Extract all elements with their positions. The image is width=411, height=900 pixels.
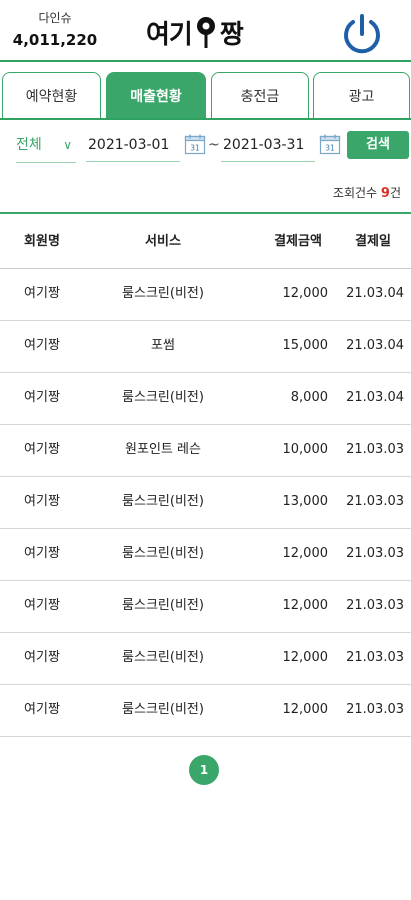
result-count: 조회건수 9건 — [333, 184, 401, 201]
column-header-member: 회원명 — [24, 234, 60, 249]
user-name: 다인슈 — [38, 11, 72, 25]
cell-service: 룸스크린(비전) — [122, 546, 204, 561]
category-select[interactable]: 전체 ∨ — [16, 130, 76, 163]
cell-member: 여기짱 — [24, 702, 60, 717]
tab-label: 매출현황 — [130, 89, 182, 105]
cell-amount: 8,000 — [290, 390, 328, 405]
cell-amount: 10,000 — [282, 442, 329, 457]
category-value: 전체 — [16, 137, 42, 153]
app-logo[interactable]: 여기 짱 — [146, 14, 244, 50]
column-header-service: 서비스 — [145, 234, 181, 249]
table-row[interactable]: 여기짱 룸스크린(비전) 12,000 21.03.03 — [0, 685, 411, 737]
cell-service: 룸스크린(비전) — [122, 650, 204, 665]
tab-label: 예약현황 — [25, 89, 78, 105]
table-row[interactable]: 여기짱 포썸 15,000 21.03.04 — [0, 321, 411, 373]
cell-date: 21.03.04 — [346, 338, 404, 353]
tab-label: 광고 — [348, 89, 375, 105]
logo-text-left: 여기 — [146, 19, 193, 50]
cell-amount: 12,000 — [282, 702, 329, 717]
tab-ads[interactable]: 광고 — [313, 72, 410, 118]
table-row[interactable]: 여기짱 룸스크린(비전) 12,000 21.03.03 — [0, 581, 411, 633]
tabs-divider — [0, 118, 411, 120]
logo-text-right: 짱 — [219, 19, 244, 50]
cell-member: 여기짱 — [24, 598, 60, 613]
tab-reservations[interactable]: 예약현황 — [2, 72, 101, 118]
table-row[interactable]: 여기짱 룸스크린(비전) 12,000 21.03.03 — [0, 633, 411, 685]
app-header: 다인슈 4,011,220 여기 짱 — [0, 0, 411, 60]
calendar-icon[interactable]: 31 — [319, 133, 341, 155]
table-row[interactable]: 여기짱 룸스크린(비전) 8,000 21.03.04 — [0, 373, 411, 425]
svg-text:31: 31 — [190, 144, 200, 153]
result-count-label: 조회건수 — [332, 186, 378, 200]
date-separator: ~ — [208, 137, 220, 153]
cell-date: 21.03.03 — [346, 546, 404, 561]
column-header-amount: 결제금액 — [274, 234, 322, 249]
cell-member: 여기짱 — [24, 286, 60, 301]
cell-member: 여기짱 — [24, 338, 60, 353]
cell-service: 룸스크린(비전) — [122, 702, 204, 717]
points-balance: 4,011,220 — [12, 31, 98, 49]
cell-member: 여기짱 — [24, 546, 60, 561]
header-divider — [0, 60, 411, 62]
cell-amount: 12,000 — [282, 286, 329, 301]
start-date-input[interactable]: 2021-03-01 — [86, 130, 180, 162]
cell-service: 룸스크린(비전) — [122, 494, 204, 509]
page-button-1[interactable]: 1 — [189, 755, 219, 785]
cell-service: 룸스크린(비전) — [122, 598, 204, 613]
table-row[interactable]: 여기짱 룸스크린(비전) 12,000 21.03.04 — [0, 269, 411, 321]
tab-charge[interactable]: 충전금 — [211, 72, 309, 118]
cell-service: 룸스크린(비전) — [122, 286, 204, 301]
table-row[interactable]: 여기짱 룸스크린(비전) 12,000 21.03.03 — [0, 529, 411, 581]
cell-date: 21.03.03 — [346, 650, 404, 665]
cell-amount: 12,000 — [282, 546, 329, 561]
calendar-icon[interactable]: 31 — [184, 133, 206, 155]
cell-date: 21.03.04 — [346, 286, 404, 301]
map-pin-icon — [196, 17, 215, 48]
cell-member: 여기짱 — [24, 390, 60, 405]
table-body: 여기짱 룸스크린(비전) 12,000 21.03.04 여기짱 포썸 15,000 21.0… — [0, 269, 411, 737]
chevron-down-icon: ∨ — [63, 138, 72, 152]
cell-amount: 12,000 — [282, 650, 329, 665]
svg-text:31: 31 — [325, 144, 335, 153]
cell-date: 21.03.03 — [346, 702, 404, 717]
cell-date: 21.03.03 — [346, 598, 404, 613]
cell-service: 원포인트 레슨 — [125, 442, 201, 457]
cell-member: 여기짱 — [24, 442, 60, 457]
end-date-value: 2021-03-31 — [223, 137, 305, 153]
column-header-date: 결제일 — [355, 234, 391, 249]
power-icon[interactable] — [338, 10, 386, 58]
cell-member: 여기짱 — [24, 494, 60, 509]
cell-amount: 15,000 — [282, 338, 329, 353]
result-count-unit: 건 — [389, 186, 401, 200]
table-row[interactable]: 여기짱 원포인트 레슨 10,000 21.03.03 — [0, 425, 411, 477]
sales-table: 회원명 서비스 결제금액 결제일 여기짱 룸스크린(비전) 12,000 21.03.… — [0, 212, 411, 737]
tab-sales[interactable]: 매출현황 — [106, 72, 206, 120]
table-row[interactable]: 여기짱 룸스크린(비전) 13,000 21.03.03 — [0, 477, 411, 529]
result-count-number: 9 — [380, 186, 390, 201]
cell-service: 룸스크린(비전) — [122, 390, 204, 405]
cell-date: 21.03.04 — [346, 390, 404, 405]
filter-bar: 전체 ∨ 2021-03-01 31 ~ 2021-03-31 31 검색 — [0, 130, 411, 166]
cell-amount: 13,000 — [282, 494, 329, 509]
table-header: 회원명 서비스 결제금액 결제일 — [0, 212, 411, 269]
end-date-input[interactable]: 2021-03-31 — [221, 130, 315, 162]
cell-amount: 12,000 — [282, 598, 329, 613]
user-points: 다인슈 4,011,220 — [10, 10, 100, 50]
search-button[interactable]: 검색 — [347, 131, 409, 159]
cell-date: 21.03.03 — [346, 442, 404, 457]
tab-label: 충전금 — [240, 89, 280, 105]
cell-date: 21.03.03 — [346, 494, 404, 509]
start-date-value: 2021-03-01 — [88, 137, 170, 153]
tab-bar: 예약현황 매출현황 충전금 광고 — [0, 72, 411, 120]
cell-service: 포썸 — [151, 338, 175, 353]
cell-member: 여기짱 — [24, 650, 60, 665]
